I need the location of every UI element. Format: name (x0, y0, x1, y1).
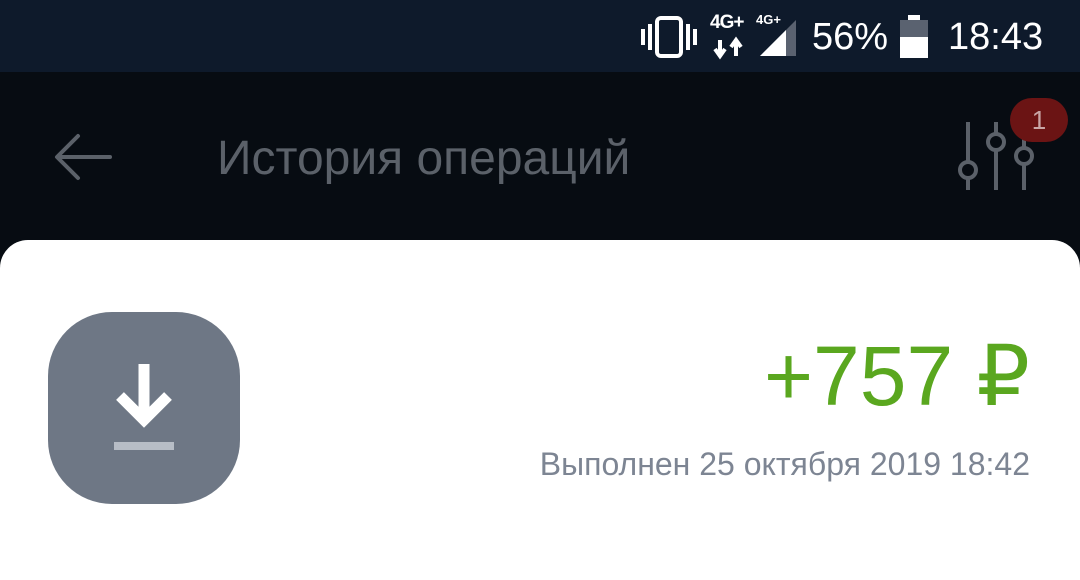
status-bar: 4G+ 4G+ 56% 18:43 (0, 0, 1080, 72)
clock: 18:43 (948, 16, 1044, 58)
download-icon (114, 364, 174, 450)
battery-percent: 56% (812, 16, 889, 58)
back-button[interactable] (50, 130, 116, 184)
arrow-left-icon (55, 134, 112, 180)
operation-status: Выполнен 25 октября 2019 18:42 (539, 446, 1030, 482)
filter-count-badge: 1 (1010, 98, 1068, 142)
network-type-left: 4G+ (710, 12, 754, 62)
app-bar: История операций 1 (0, 72, 1080, 242)
operation-card[interactable]: +757 ₽ Выполнен 25 октября 2019 18:42 (0, 240, 1080, 580)
page-title: История операций (217, 132, 631, 185)
signal-icon (760, 20, 796, 56)
battery-icon (898, 15, 930, 59)
data-arrows-icon (713, 36, 743, 60)
operation-amount: +757 ₽ (764, 329, 1030, 423)
operation-type-tile (48, 312, 240, 504)
vibrate-icon (640, 16, 698, 58)
signal-group: 4G+ (756, 12, 804, 60)
